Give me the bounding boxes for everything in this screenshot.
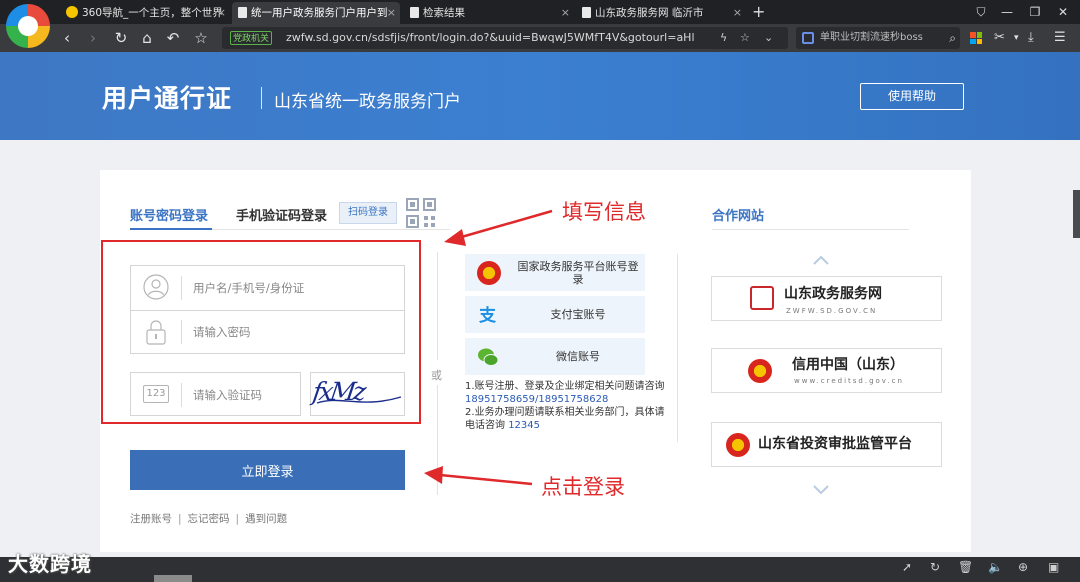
browser-search-box[interactable]: 单职业切割流速秒boss ⌕	[796, 27, 960, 49]
tab-close-icon[interactable]: ×	[387, 2, 396, 24]
browser-status-bar: ➚ ↻ 🗑 🔈 ⊕ ▣	[0, 557, 1080, 582]
page-icon	[238, 7, 247, 18]
help-notes: 1.账号注册、登录及企业绑定相关问题请咨询18951758659/1895175…	[465, 381, 665, 431]
speaker-icon[interactable]: 🔈	[988, 557, 1003, 577]
browser-tab-search[interactable]: 检索结果 ×	[404, 2, 574, 24]
sd-zwfw-seal-icon	[750, 286, 774, 310]
search-icon[interactable]: ⌕	[949, 27, 956, 49]
new-tab-button[interactable]: +	[752, 1, 765, 23]
browser-tab-login[interactable]: 统一用户政务服务门户用户到 ×	[232, 2, 400, 24]
tab-close-icon[interactable]: ×	[733, 2, 742, 24]
chevron-down-icon[interactable]: ⌄	[764, 27, 773, 49]
minimize-icon[interactable]: —	[994, 0, 1020, 24]
dropdown-icon[interactable]: ▾	[1014, 24, 1019, 52]
wechat-icon	[478, 348, 499, 366]
brand-title: 用户通行证	[102, 84, 233, 113]
site-header: 用户通行证 山东省统一政务服务门户 使用帮助	[0, 52, 1080, 140]
tab-qr-login[interactable]: 扫码登录	[339, 202, 397, 224]
refresh-icon[interactable]: ↻	[930, 557, 940, 577]
browser-logo-icon[interactable]	[6, 4, 50, 48]
bottom-links: 注册账号 | 忘记密码 | 遇到问题	[130, 513, 288, 525]
gov-badge: 党政机关	[230, 31, 273, 45]
forgot-password-link[interactable]: 忘记密码	[188, 513, 230, 525]
annotation-highlight-box	[101, 240, 421, 424]
tab-close-icon[interactable]: ×	[217, 2, 226, 24]
back-icon[interactable]: ‹	[56, 24, 78, 52]
login-button[interactable]: 立即登录	[130, 450, 405, 490]
scissors-icon[interactable]: ✂	[994, 24, 1005, 52]
national-emblem-icon	[726, 433, 750, 457]
smile-icon	[66, 6, 78, 18]
window-icon[interactable]: ▣	[1048, 557, 1059, 577]
alipay-icon: 支	[479, 305, 497, 326]
brand-subtitle: 山东省统一政务服务门户	[274, 92, 461, 112]
menu-icon[interactable]: ☰	[1054, 24, 1066, 52]
partner-credit-sd[interactable]: 信用中国（山东） www.creditsd.gov.cn	[711, 348, 942, 393]
browser-toolbar: ‹ › ↻ ⌂ ↶ ☆ 党政机关 zwfw.sd.gov.cn/sdsfjis/…	[0, 24, 1080, 52]
section-divider	[677, 254, 678, 442]
partner-title: 合作网站	[712, 209, 765, 224]
shirt-icon[interactable]: ⛉	[968, 0, 994, 24]
url-text[interactable]: zwfw.sd.gov.cn/sdsfjis/front/login.do?&u…	[286, 27, 706, 49]
qr-code-icon[interactable]	[406, 198, 436, 228]
national-platform-login[interactable]: 国家政务服务平台账号登录	[465, 254, 645, 291]
tab-account-login[interactable]: 账号密码登录	[130, 205, 208, 224]
trash-icon[interactable]: 🗑	[958, 557, 973, 577]
home-icon[interactable]: ⌂	[136, 24, 158, 52]
alipay-login[interactable]: 支 支付宝账号	[465, 296, 645, 333]
browser-tab-360[interactable]: 360导航_一个主页，整个世界 ×	[60, 2, 230, 24]
or-label: 或	[431, 369, 442, 382]
page-icon	[410, 7, 419, 18]
chevron-up-icon[interactable]	[813, 254, 829, 266]
watermark: 大数跨境	[8, 552, 92, 576]
browser-tab-bar: 360导航_一个主页，整个世界 × 统一用户政务服务门户用户到 × 检索结果 ×…	[0, 0, 1080, 24]
or-divider	[437, 385, 438, 495]
star-icon[interactable]: ☆	[740, 27, 750, 49]
search-suggestion: 单职业切割流速秒boss	[820, 32, 923, 43]
rocket-icon[interactable]: ➚	[902, 557, 912, 577]
forward-icon[interactable]: ›	[82, 24, 104, 52]
restore-icon[interactable]: ❐	[1022, 0, 1048, 24]
hotline-phone[interactable]: 12345	[508, 420, 540, 431]
active-tab-underline	[130, 228, 212, 230]
address-bar[interactable]: 党政机关 zwfw.sd.gov.cn/sdsfjis/front/login.…	[222, 27, 788, 49]
svg-text:支: 支	[479, 305, 497, 326]
tab-close-icon[interactable]: ×	[561, 2, 570, 24]
lightning-icon[interactable]: ϟ	[720, 27, 727, 49]
annotation-click-login: 点击登录	[541, 475, 625, 499]
chevron-down-icon[interactable]	[813, 484, 829, 496]
undo-close-icon[interactable]: ↶	[162, 24, 184, 52]
download-icon[interactable]: ⤓	[1028, 24, 1034, 52]
help-button[interactable]: 使用帮助	[860, 83, 964, 110]
register-link[interactable]: 注册账号	[130, 513, 172, 525]
partner-investment-platform[interactable]: 山东省投资审批监管平台	[711, 422, 942, 467]
zoom-icon[interactable]: ⊕	[1018, 557, 1028, 577]
problem-link[interactable]: 遇到问题	[245, 513, 287, 525]
or-divider	[437, 252, 438, 360]
vertical-scrollbar[interactable]	[1073, 190, 1080, 238]
browser-tab-linyi[interactable]: 山东政务服务网 临沂市 ×	[576, 2, 746, 24]
horizontal-scrollbar[interactable]	[154, 575, 192, 582]
support-phone[interactable]: 18951758659/18951758628	[465, 394, 608, 405]
partner-divider	[712, 229, 909, 230]
bookmark-star-icon[interactable]: ☆	[190, 24, 212, 52]
partner-sd-zwfw[interactable]: 山东政务服务网 ZWFW.SD.GOV.CN	[711, 276, 942, 321]
national-emblem-icon	[748, 359, 772, 383]
national-emblem-icon	[477, 261, 501, 285]
close-window-icon[interactable]: ✕	[1050, 0, 1076, 24]
apps-grid-icon[interactable]	[970, 32, 982, 44]
search-engine-icon	[802, 32, 814, 44]
wechat-login[interactable]: 微信账号	[465, 338, 645, 375]
annotation-fill-info: 填写信息	[562, 200, 646, 224]
reload-icon[interactable]: ↻	[110, 24, 132, 52]
page-icon	[582, 7, 591, 18]
tab-sms-login[interactable]: 手机验证码登录	[236, 205, 327, 224]
brand-divider	[261, 87, 262, 109]
